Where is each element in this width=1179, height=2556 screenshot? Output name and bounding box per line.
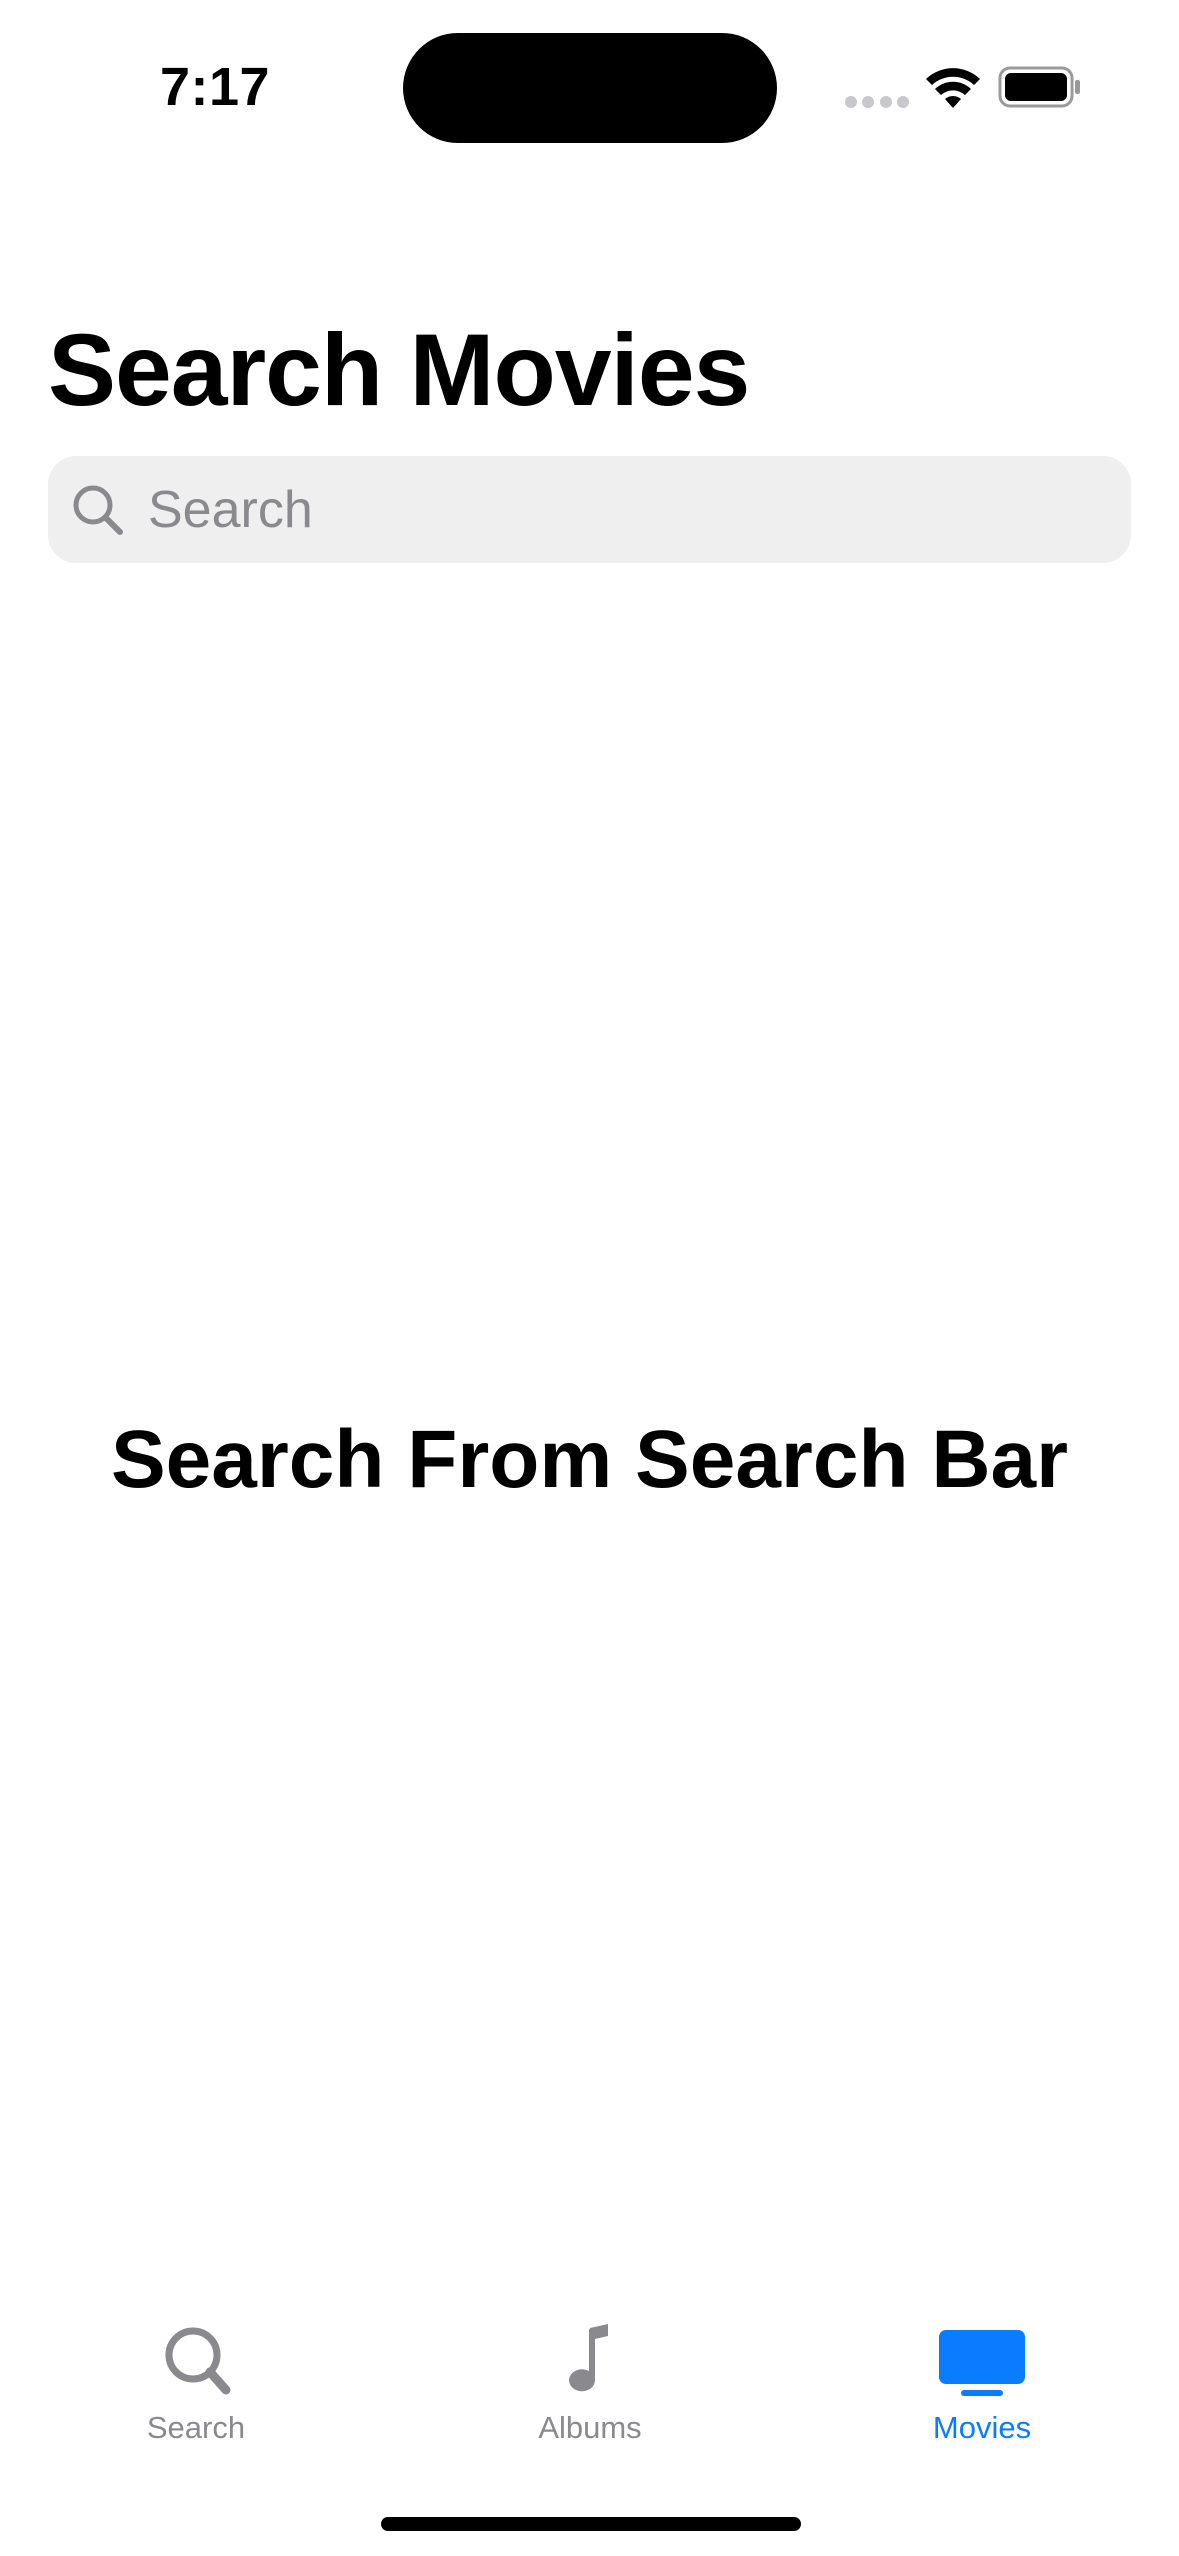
home-indicator[interactable] <box>381 2517 801 2531</box>
battery-full-icon <box>998 66 1080 108</box>
dynamic-island <box>403 33 777 143</box>
search-input[interactable] <box>148 469 1048 550</box>
tab-label: Albums <box>538 2410 642 2445</box>
tab-search[interactable]: Search <box>71 2300 321 2460</box>
wifi-icon <box>926 68 980 108</box>
tab-bar: Search Albums Movies <box>0 2300 1179 2460</box>
empty-state-message: Search From Search Bar <box>110 1414 1069 1505</box>
magnifying-glass-icon <box>73 485 123 535</box>
music-note-icon <box>569 2324 608 2392</box>
cellular-signal-icon <box>845 95 909 109</box>
tv-icon <box>939 2330 1025 2396</box>
tab-albums[interactable]: Albums <box>465 2300 715 2460</box>
magnifying-glass-icon <box>165 2327 231 2395</box>
tab-label: Movies <box>932 2410 1032 2445</box>
tab-label: Search <box>146 2410 246 2445</box>
search-field[interactable] <box>48 456 1131 563</box>
status-time: 7:17 <box>159 57 271 117</box>
tab-movies[interactable]: Movies <box>857 2300 1107 2460</box>
page-title: Search Movies <box>48 313 750 427</box>
